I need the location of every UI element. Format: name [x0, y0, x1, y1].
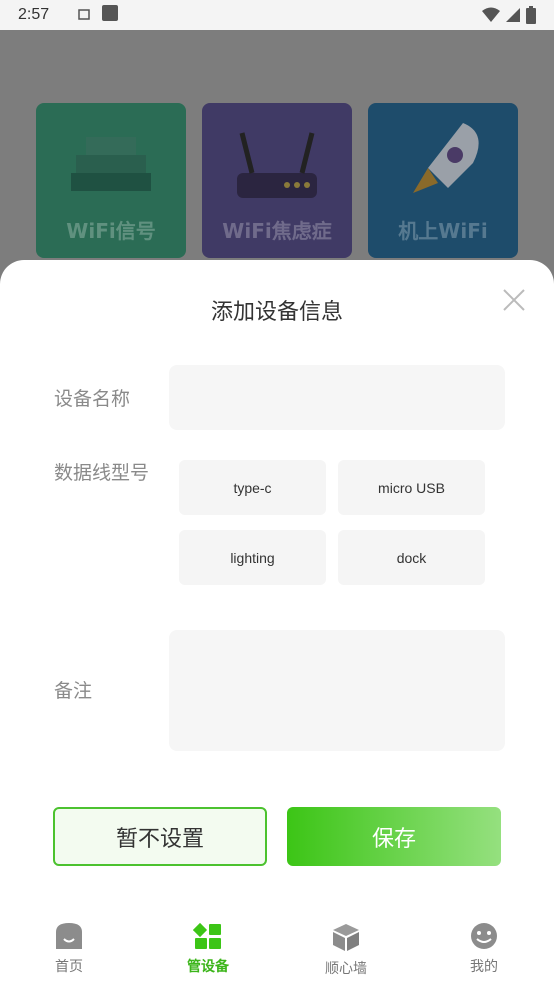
home-icon — [56, 923, 82, 949]
nav-item-devices[interactable]: 管设备 — [168, 922, 248, 976]
cube-icon — [333, 924, 359, 951]
status-bar: 2:57 — [0, 0, 554, 30]
cable-option-type-c[interactable]: type-c — [179, 460, 326, 515]
bottom-nav: 首页 管设备 顺心墙 我的 — [0, 900, 554, 984]
battery-icon — [526, 6, 536, 28]
devices-grid-icon — [192, 922, 221, 949]
card-flight-wifi: 机上WiFi — [368, 103, 518, 258]
cable-option-lighting[interactable]: lighting — [179, 530, 326, 585]
status-time: 2:57 — [18, 6, 50, 23]
close-icon[interactable] — [502, 288, 526, 312]
cable-option-micro-usb[interactable]: micro USB — [338, 460, 485, 515]
nav-label: 顺心墙 — [325, 961, 367, 977]
wifi-icon — [482, 7, 500, 27]
clipboard-icon — [77, 6, 91, 25]
nav-item-home[interactable]: 首页 — [29, 922, 109, 976]
dialog-title: 添加设备信息 — [210, 300, 343, 325]
nav-label: 管设备 — [187, 959, 229, 975]
note-textarea[interactable] — [169, 630, 505, 751]
nav-label: 我的 — [470, 959, 498, 975]
nav-item-me[interactable]: 我的 — [444, 922, 524, 976]
note-label: 备注 — [54, 680, 93, 702]
nav-item-wall[interactable]: 顺心墙 — [306, 922, 386, 978]
rocket-icon — [413, 123, 479, 193]
cable-type-label: 数据线型号 — [54, 462, 150, 484]
card-label: WiFi焦虑症 — [222, 219, 332, 243]
save-button[interactable]: 保存 — [287, 807, 501, 866]
cable-option-dock[interactable]: dock — [338, 530, 485, 585]
add-device-dialog: 添加设备信息 设备名称 数据线型号 type-c micro USB light… — [0, 260, 554, 900]
device-name-input[interactable] — [169, 365, 505, 430]
router-icon — [237, 132, 317, 198]
signal-icon — [506, 7, 520, 27]
card-wifi-signal: WiFi信号 — [36, 103, 186, 258]
device-name-label: 设备名称 — [54, 388, 131, 410]
notification-icon — [101, 4, 119, 26]
smiley-icon — [471, 923, 497, 949]
skip-button[interactable]: 暂不设置 — [53, 807, 267, 866]
stack-icon — [71, 137, 151, 191]
card-wifi-anxiety: WiFi焦虑症 — [202, 103, 352, 258]
nav-label: 首页 — [55, 959, 83, 975]
card-label: 机上WiFi — [398, 219, 488, 243]
card-label: WiFi信号 — [66, 219, 156, 243]
